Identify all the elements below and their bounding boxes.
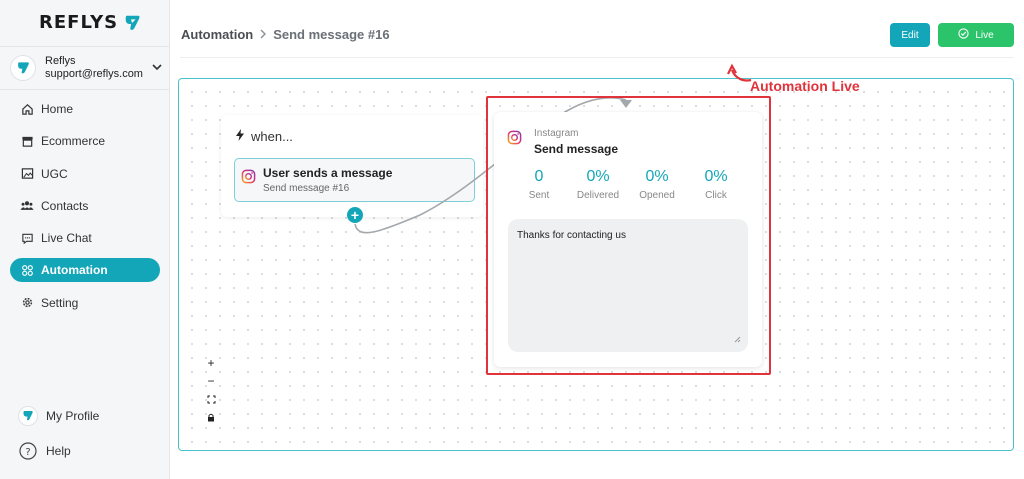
zoom-in-button[interactable]: + — [201, 354, 221, 372]
annotation-label: Automation Live — [750, 78, 860, 94]
lock-icon — [208, 413, 214, 421]
zoom-out-button[interactable]: − — [201, 372, 221, 390]
add-step-button[interactable]: + — [347, 207, 363, 223]
zoom-controls: + − — [201, 354, 221, 426]
highlight-box — [486, 96, 771, 375]
lock-button[interactable] — [201, 408, 221, 426]
fit-view-button[interactable] — [201, 390, 221, 408]
fullscreen-icon — [207, 395, 215, 403]
